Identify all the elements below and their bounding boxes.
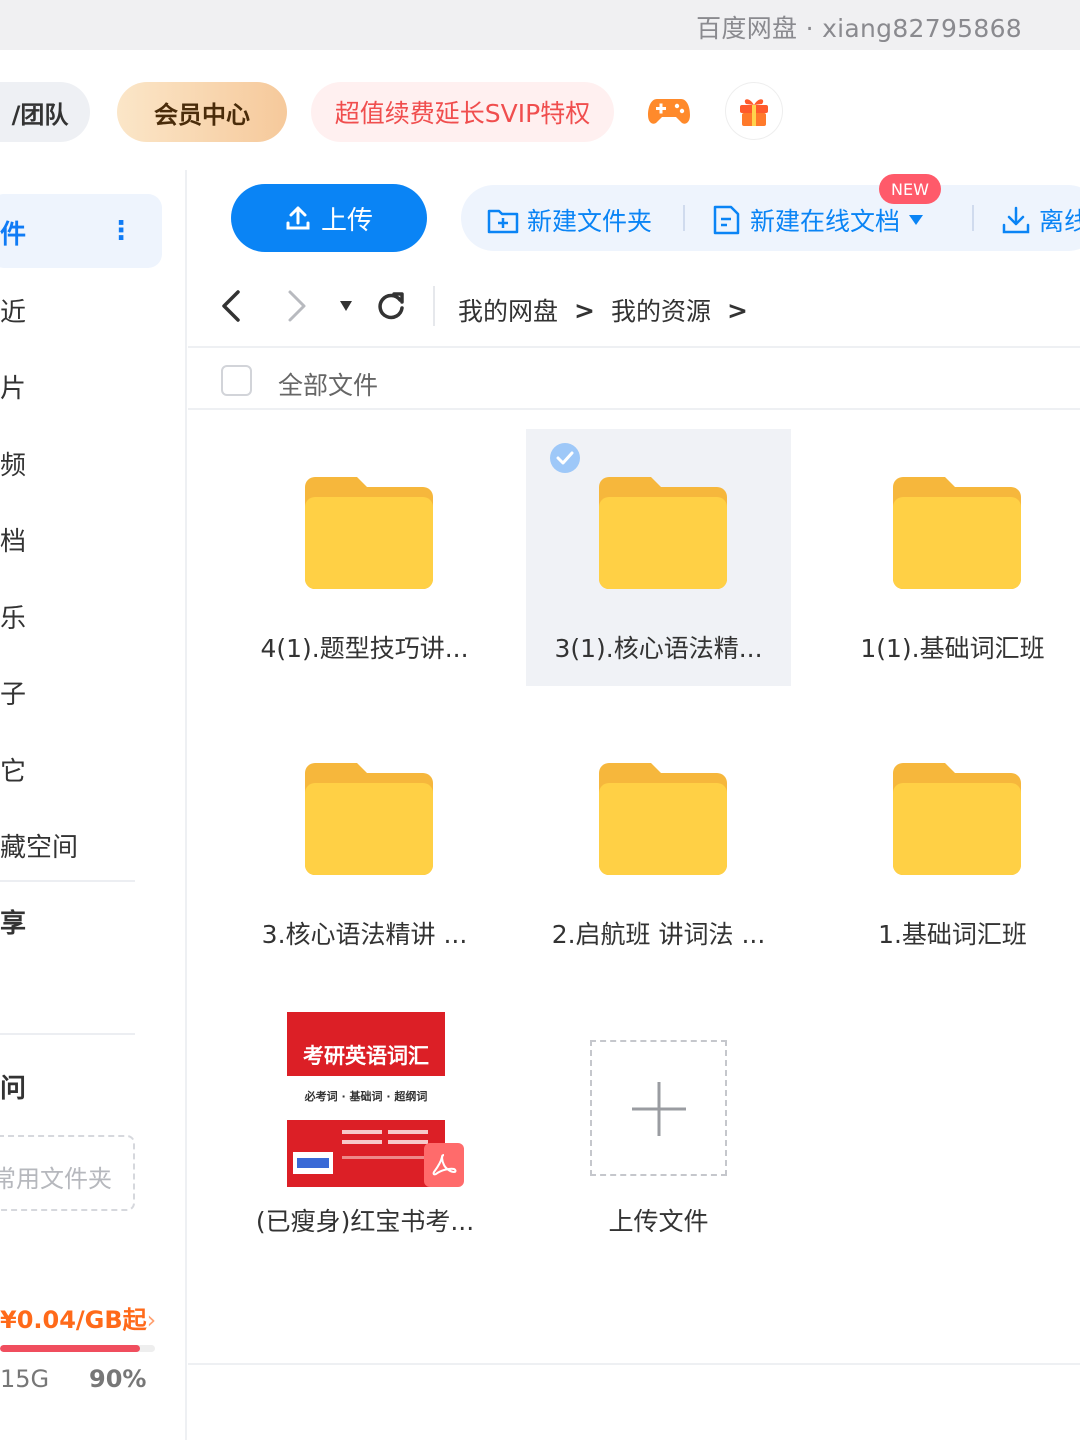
sidebar-item-music[interactable]: 乐 [0,598,26,635]
new-folder-label: 新建文件夹 [527,207,653,236]
toolbar-actions: 新建文件夹 新建在线文档 离线 [461,185,1080,251]
breadcrumb: 我的网盘 > 我的资源 > [458,292,748,328]
pdf-file-name[interactable]: (已瘦身)红宝书考... [230,1202,500,1238]
sidebar-divider [0,880,135,882]
folder-tile[interactable]: 1(1).基础词汇班 [820,429,1080,686]
account-label: 百度网盘 · xiang82795868 [696,14,1022,43]
upload-file-tile[interactable] [590,1040,727,1176]
folder-icon [599,477,727,589]
new-badge: NEW [879,174,941,204]
breadcrumb-separator-icon: > [726,295,748,325]
plus-icon [632,1082,686,1136]
common-folder-placeholder: 常用文件夹 [0,1165,112,1193]
content-bottom-divider [188,1363,1080,1365]
offline-download-label: 离线 [1039,207,1080,236]
upload-label: 上传 [320,205,373,236]
pdf-icon [424,1143,464,1187]
vip-center-button[interactable]: 会员中心 [117,82,287,142]
book-cover-decoration [342,1130,428,1159]
more-icon[interactable]: ⋮ [108,216,134,246]
caret-down-icon[interactable] [908,214,924,226]
folder-name: 2.启航班 讲词法 ... [551,920,766,949]
gamepad-icon[interactable] [640,82,698,140]
sidebar-section-quick-access: 问 [0,1074,27,1104]
team-button[interactable]: /团队 [0,82,90,142]
new-online-doc-button[interactable]: 新建在线文档 [712,202,924,238]
folder-tile[interactable]: 1.基础词汇班 [820,715,1080,972]
book-cover-subtitle: 必考词 · 基础词 · 超纲词 [304,1090,428,1103]
upload-icon [286,206,310,230]
dropdown-caret-icon[interactable] [338,298,354,317]
forward-arrow-icon[interactable] [282,288,310,328]
folder-icon [893,477,1021,589]
back-arrow-icon[interactable] [218,288,246,328]
new-doc-icon [713,205,740,235]
folder-icon [305,763,433,875]
storage-total: 15G [0,1365,50,1393]
refresh-icon[interactable] [376,290,406,326]
sidebar-divider [0,1033,135,1035]
storage-price: ¥0.04/GB起 [0,1306,147,1334]
toolbar-divider [972,205,974,231]
pdf-thumbnail[interactable]: 考研英语词汇 必考词 · 基础词 · 超纲词 [287,1012,445,1187]
sidebar-item-videos[interactable]: 频 [0,445,26,482]
breadcrumb-item-my-drive[interactable]: 我的网盘 [458,292,558,328]
folder-name: 4(1).题型技巧讲... [260,634,469,663]
storage-price-link[interactable]: ¥0.04/GB起› [0,1300,156,1335]
new-folder-button[interactable]: 新建文件夹 [487,202,652,238]
book-cover-logo [293,1152,333,1174]
storage-percent: 90% [89,1365,147,1393]
folder-tile[interactable]: 3.核心语法精讲 ... [232,715,497,972]
sidebar-item-documents[interactable]: 档 [0,521,26,558]
folder-icon [599,763,727,875]
gift-icon[interactable] [725,82,783,140]
sidebar-item-hidden-space[interactable]: 藏空间 [0,827,78,864]
sidebar-item-label: 件 [0,220,27,250]
common-folder-dropzone[interactable]: 常用文件夹 [0,1135,135,1211]
new-folder-icon [487,209,519,234]
file-list-header: 全部文件 [188,348,1080,410]
folder-tile[interactable]: 4(1).题型技巧讲... [232,429,497,686]
folder-tile-selected[interactable]: 3(1).核心语法精... [526,429,791,686]
nav-divider [433,286,435,326]
all-files-label: 全部文件 [278,371,379,400]
breadcrumb-item-my-resources[interactable]: 我的资源 [611,292,711,328]
top-banner-row: /团队 会员中心 超值续费延长SVIP特权 [0,50,1080,170]
breadcrumb-separator-icon: > [574,295,595,325]
storage-usage-bar [0,1345,155,1352]
sidebar-item-other[interactable]: 它 [0,751,26,788]
select-all-checkbox[interactable] [221,365,252,396]
sidebar-item-all-files[interactable]: 件 ⋮ [0,194,162,268]
upload-file-label: 上传文件 [608,1207,709,1236]
sidebar-item-share[interactable]: 享 [0,903,26,940]
folder-name: 3(1).核心语法精... [554,634,763,663]
book-cover-title: 考研英语词汇 [303,1043,429,1068]
folder-icon [893,763,1021,875]
download-icon [1002,206,1030,234]
toolbar-divider [683,205,685,231]
folder-icon [305,477,433,589]
sidebar-item-recent[interactable]: 近 [0,292,26,329]
offline-download-button[interactable]: 离线 [1001,202,1080,238]
new-online-doc-label: 新建在线文档 [750,207,901,236]
folder-name: 3.核心语法精讲 ... [261,920,468,949]
navigation-bar: 我的网盘 > 我的资源 > [188,270,1080,348]
folder-name: 1(1).基础词汇班 [860,634,1045,663]
sidebar-item-seeds[interactable]: 子 [0,674,26,711]
chevron-right-icon: › [146,1306,157,1334]
title-bar: 百度网盘 · xiang82795868 [0,0,1080,50]
folder-name: 1.基础词汇班 [878,920,1027,949]
storage-usage-fill [0,1345,140,1352]
sidebar: 件 ⋮ 近 片 频 档 乐 子 它 藏空间 享 问 常用文件夹 ¥0.04/GB… [0,170,187,1440]
sidebar-item-photos[interactable]: 片 [0,368,26,405]
selected-check-icon[interactable] [550,443,580,473]
upload-button[interactable]: 上传 [231,184,427,252]
folder-tile[interactable]: 2.启航班 讲词法 ... [526,715,791,972]
svip-promo-button[interactable]: 超值续费延长SVIP特权 [311,82,614,142]
